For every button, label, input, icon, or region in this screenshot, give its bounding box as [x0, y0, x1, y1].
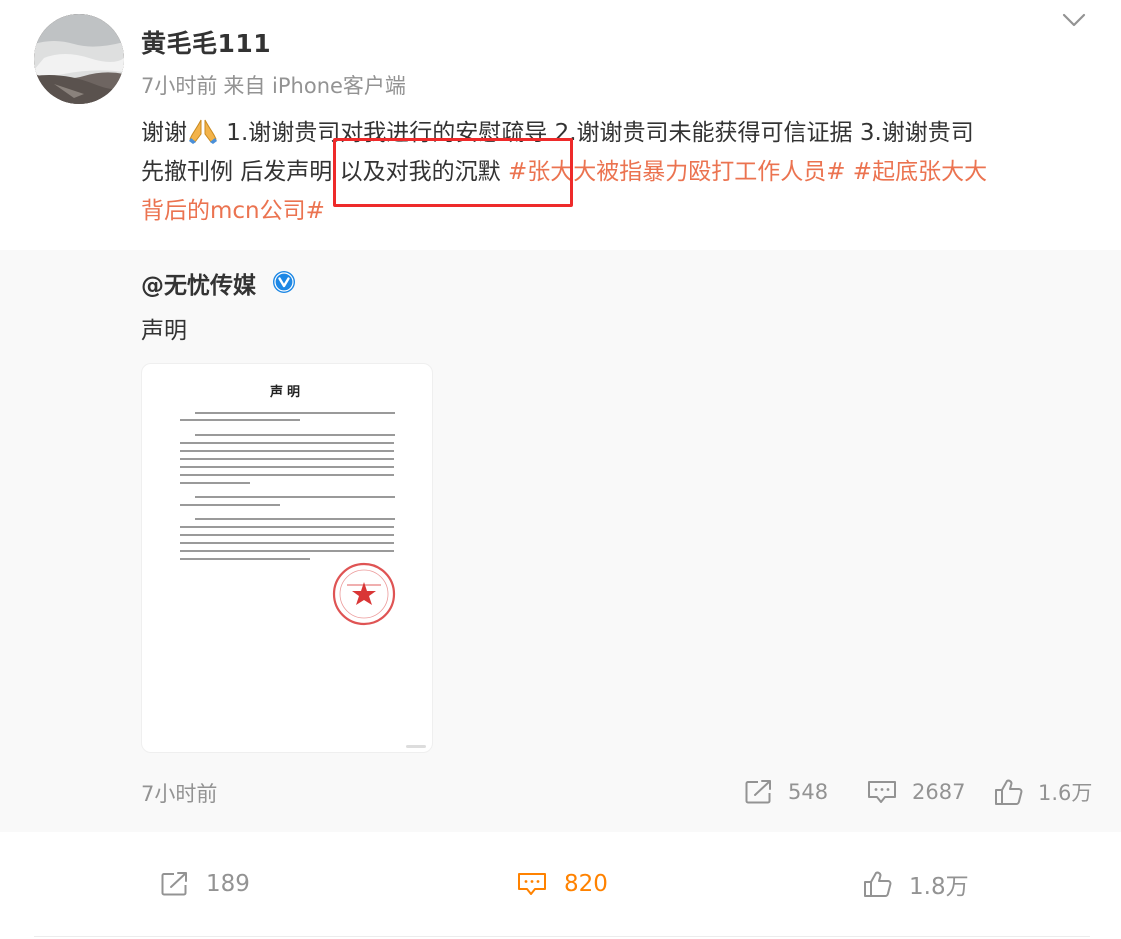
avatar-image [34, 14, 124, 104]
post-source: 来自 iPhone客户端 [223, 74, 406, 98]
comment-button[interactable]: 820 [516, 868, 608, 900]
red-seal-stamp [332, 562, 396, 626]
post-time[interactable]: 7小时前 [141, 74, 217, 98]
post-text-line-2-plain: 先撤刊例 后发声明 以及对我的沉默 [141, 159, 508, 185]
original-comment-count: 2687 [912, 780, 966, 804]
original-share-count: 548 [788, 780, 829, 804]
comment-icon [868, 781, 896, 803]
post-text-separator [845, 159, 852, 185]
share-icon [161, 872, 187, 896]
original-like-count: 1.6万 [1038, 781, 1093, 805]
post-text-line-1: 谢谢 1.谢谢贵司对我进行的安慰疏导 2.谢谢贵司未能获得可信证据 3.谢谢贵司 [141, 114, 1101, 153]
comment-icon [518, 873, 546, 895]
topic-link-2-end[interactable]: 背后的mcn公司# [141, 198, 325, 224]
document-text-lines [180, 412, 396, 626]
share-count: 189 [206, 871, 250, 897]
share-icon [745, 780, 771, 804]
username[interactable]: 黄毛毛111 [141, 24, 271, 60]
verified-badge-icon [272, 270, 296, 294]
post-text: 谢谢 1.谢谢贵司对我进行的安慰疏导 2.谢谢贵司未能获得可信证据 3.谢谢贵司… [141, 114, 1101, 231]
folded-hands-icon [189, 118, 217, 144]
like-button[interactable]: 1.8万 [863, 868, 969, 900]
statement-document-image[interactable]: 声明 [141, 363, 433, 753]
comment-count: 820 [564, 871, 608, 897]
post-text-line-3: 背后的mcn公司# [141, 192, 1101, 231]
thumbs-up-icon [995, 779, 1023, 805]
share-button[interactable]: 189 [160, 868, 250, 900]
post-text-thanks: 谢谢 [141, 120, 187, 146]
post-meta: 7小时前 来自 iPhone客户端 [141, 70, 406, 100]
like-count: 1.8万 [909, 874, 969, 900]
chevron-down-icon[interactable] [1058, 8, 1090, 34]
original-post-time[interactable]: 7小时前 [141, 778, 217, 808]
post-text-line-1-rest: 1.谢谢贵司对我进行的安慰疏导 2.谢谢贵司未能获得可信证据 3.谢谢贵司 [219, 120, 974, 146]
divider [34, 936, 1090, 937]
image-watermark [406, 745, 426, 748]
original-author[interactable]: @无忧传媒 [141, 266, 256, 300]
thumbs-up-icon [864, 871, 892, 897]
original-like-button[interactable]: 1.6万 [994, 777, 1092, 807]
topic-link-1[interactable]: #张大大被指暴力殴打工作人员# [508, 159, 846, 185]
post-header: 黄毛毛111 7小时前 来自 iPhone客户端 [0, 0, 1121, 110]
original-share-button[interactable]: 548 [744, 777, 828, 807]
avatar[interactable] [34, 14, 124, 104]
post-text-line-2: 先撤刊例 后发声明 以及对我的沉默 #张大大被指暴力殴打工作人员# #起底张大大 [141, 153, 1101, 192]
original-comment-button[interactable]: 2687 [866, 777, 965, 807]
original-text: 声明 [141, 318, 187, 344]
topic-link-2-start[interactable]: #起底张大大 [853, 159, 987, 185]
